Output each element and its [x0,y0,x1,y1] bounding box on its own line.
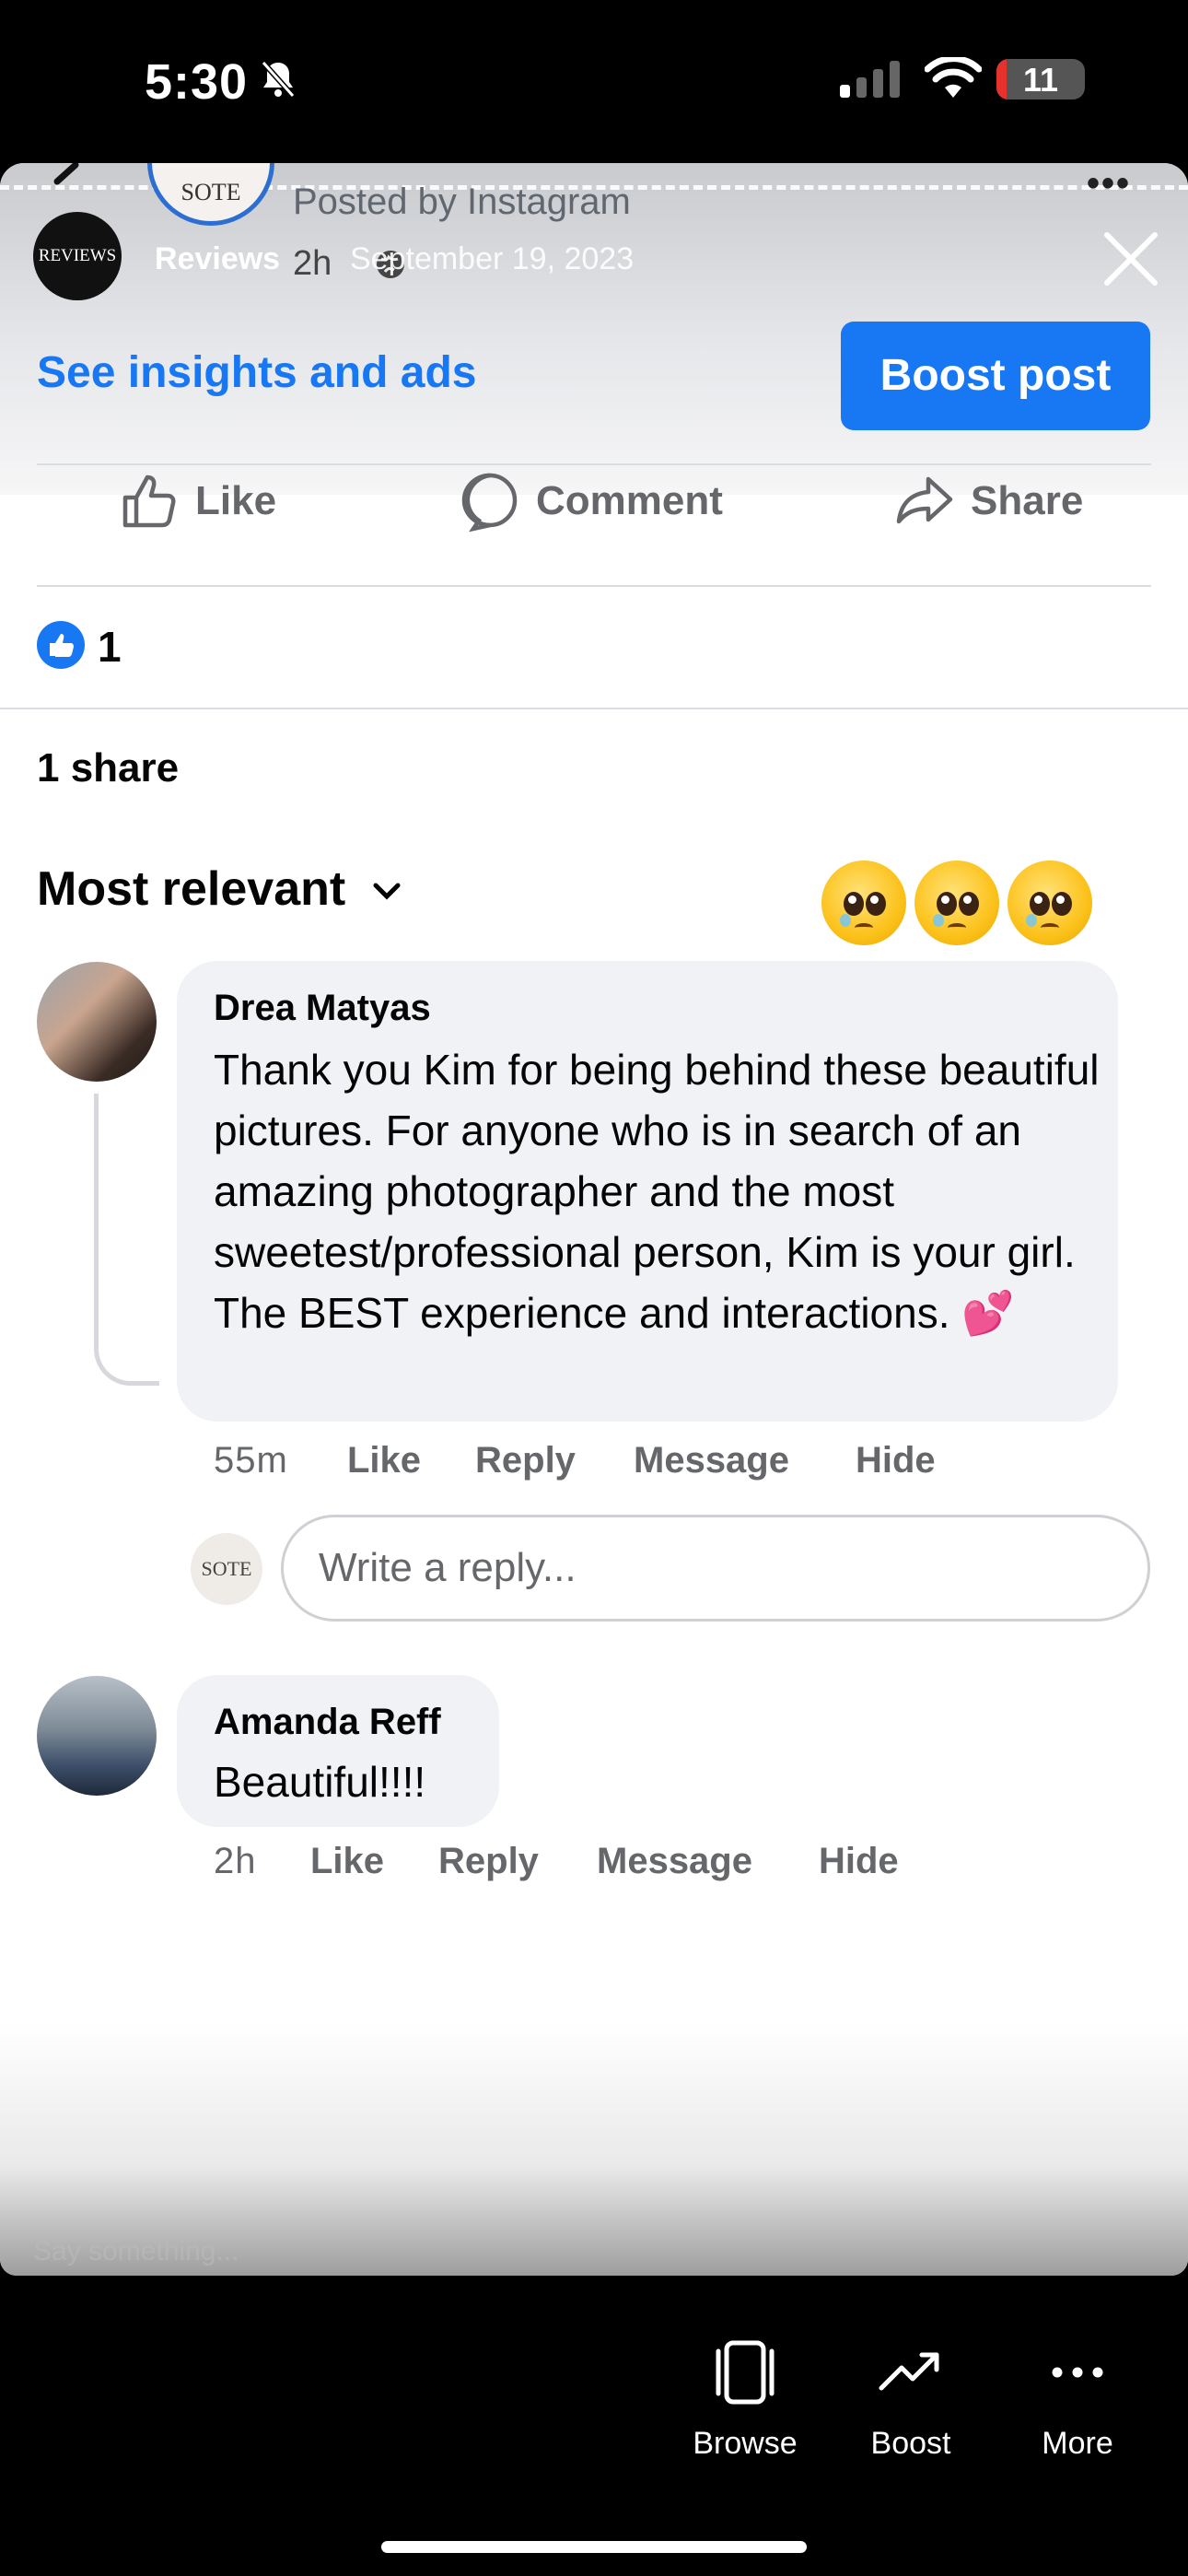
divider [37,585,1151,587]
share-count[interactable]: 1 share [37,745,179,791]
bottom-overlay [0,1914,1188,2276]
pleading-face-emoji [914,861,999,945]
reviews-page-name: Reviews [155,241,281,276]
battery-icon: 11 [996,59,1085,100]
boost-post-button[interactable]: Boost post [841,322,1150,430]
more-dots-icon [1052,2367,1103,2378]
comment-button[interactable]: Comment [459,460,723,543]
page-avatar-text: SOTE [181,179,241,205]
reply-avatar: SOTE [191,1533,262,1605]
comment-text: Thank you Kim for being behind these bea… [214,1046,1100,1337]
more-tab[interactable]: More [1018,2340,1137,2462]
comment-text: Beautiful!!!! [214,1758,426,1806]
like-icon [122,474,176,528]
post-date: September 19, 2023 [350,241,635,276]
comment-reply-button[interactable]: Reply [438,1841,539,1882]
comment-message-button[interactable]: Message [634,1440,789,1481]
browse-tab[interactable]: Browse [685,2340,805,2462]
more-label: More [1042,2426,1113,2461]
post-sheet: SOTE Posted by Instagram ••• REVIEWS Rev… [0,163,1188,2276]
comment-like-button[interactable]: Like [347,1440,421,1481]
like-label: Like [195,478,277,523]
comment-time: 55m [214,1440,288,1481]
comment-hide-button[interactable]: Hide [819,1841,899,1882]
avatar[interactable] [37,962,157,1082]
comment-label: Comment [536,478,723,523]
comment-message-button[interactable]: Message [597,1841,752,1882]
divider [0,708,1188,709]
see-insights-link[interactable]: See insights and ads [37,347,476,398]
reviews-avatar[interactable]: REVIEWS [33,212,122,300]
status-time: 5:30 [145,54,249,110]
pleading-face-emoji [1007,861,1092,945]
close-icon[interactable] [1101,229,1160,288]
post-time: 2h [293,244,332,283]
comment-reply-button[interactable]: Reply [475,1440,576,1481]
battery-nub [1077,71,1083,88]
wifi-icon [925,57,982,98]
boost-icon [879,2352,939,2391]
sort-dropdown[interactable]: Most relevant [37,861,345,917]
chevron-down-icon[interactable] [370,874,403,907]
comment-hide-button[interactable]: Hide [856,1440,936,1481]
ghost-comment-input-text: Say something... [33,2236,239,2266]
comment-time: 2h [214,1841,257,1881]
commenter-name[interactable]: Amanda Reff [214,1702,441,1743]
share-icon [896,476,953,524]
comment-icon [461,473,518,533]
more-icon[interactable]: ••• [1087,163,1131,205]
share-button[interactable]: Share [893,460,1083,543]
commenter-name[interactable]: Drea Matyas [214,988,431,1029]
share-label: Share [971,478,1084,523]
write-reply-input[interactable]: Write a reply... [281,1515,1150,1622]
thumbs-up-reaction-icon[interactable] [37,621,85,669]
reply-thread-line [94,1094,159,1386]
boost-tab[interactable]: Boost [851,2340,971,2462]
signal-icon [840,61,900,98]
comment-like-button[interactable]: Like [310,1841,384,1882]
bell-slash-icon [261,61,296,98]
pleading-face-emoji [821,861,906,945]
reaction-count[interactable]: 1 [98,622,122,672]
back-arrow-icon[interactable] [48,163,85,200]
posted-by-label: Posted by Instagram [293,181,631,222]
avatar[interactable] [37,1676,157,1796]
boost-label: Boost [870,2426,951,2461]
battery-text: 11 [1022,61,1059,99]
like-button[interactable]: Like [118,460,276,543]
browse-icon [716,2340,775,2405]
home-indicator[interactable] [381,2541,807,2553]
browse-label: Browse [693,2426,798,2461]
